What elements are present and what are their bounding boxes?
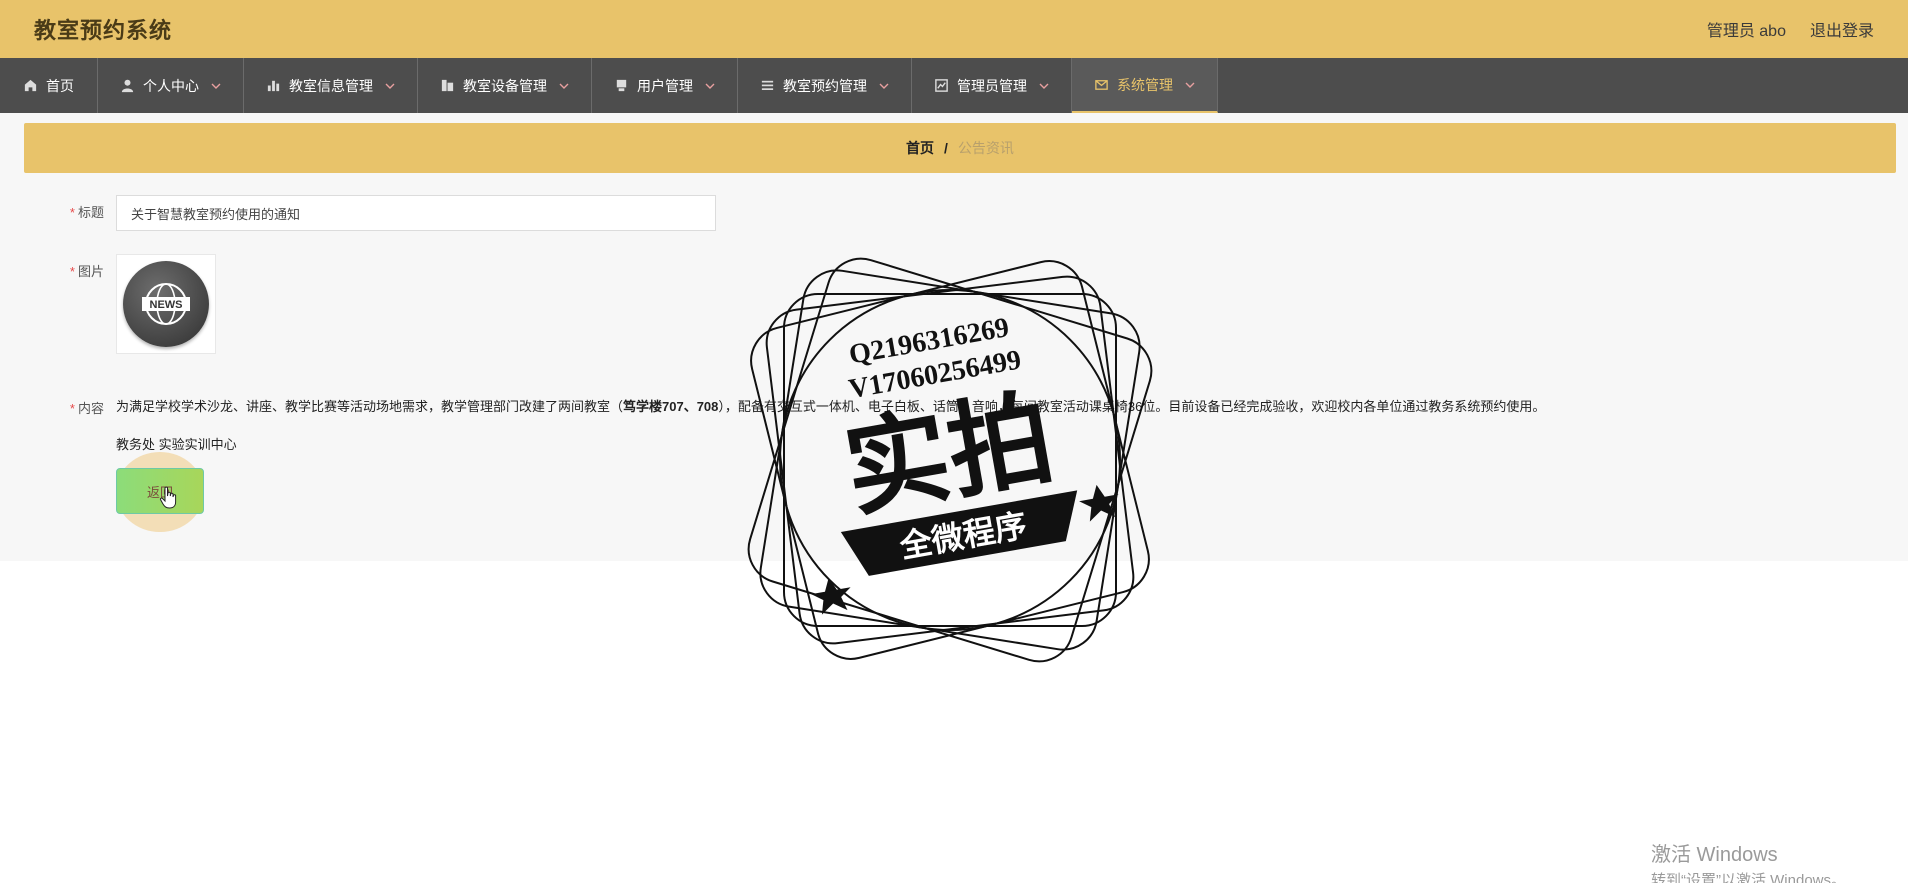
breadcrumb-separator: / — [944, 140, 948, 156]
windows-watermark-title: 激活 Windows — [1650, 844, 1778, 866]
nav-item-label: 管理员管理 — [957, 77, 1027, 94]
mail-icon — [1094, 77, 1109, 93]
breadcrumb-current: 公告资讯 — [957, 140, 1014, 156]
title-row: * 标题 — [0, 195, 716, 231]
user-icon — [120, 78, 135, 94]
top-header: 教室预约系统 管理员 abo 退出登录 — [0, 0, 1908, 58]
app-title: 教室预约系统 — [34, 18, 173, 43]
line-chart-icon — [934, 78, 949, 94]
user-label[interactable]: 管理员 abo — [1707, 17, 1786, 41]
nav-item-label: 教室信息管理 — [289, 77, 373, 94]
main-nav: 首页 个人中心 教室信息管理 教室设备管理 用户管理 教室预约管理 管理员管理 … — [0, 58, 1908, 113]
bar-chart-icon — [266, 78, 281, 94]
nav-item-label: 教室设备管理 — [463, 77, 547, 94]
chevron-down-icon — [1185, 80, 1195, 90]
breadcrumb: 首页 / 公告资讯 — [24, 123, 1896, 173]
back-button-wrap: 返回 — [116, 452, 204, 532]
nav-item-admin-management[interactable]: 管理员管理 — [912, 58, 1072, 113]
monitor-icon — [614, 78, 629, 94]
star-icon — [811, 577, 851, 615]
content-area: 首页 / 公告资讯 — [0, 113, 1908, 561]
chevron-down-icon — [385, 81, 395, 91]
chevron-down-icon — [559, 81, 569, 91]
content-paragraph: 为满足学校学术沙龙、讲座、教学比赛等活动场地需求，教学管理部门改建了两间教室（笃… — [116, 399, 1546, 414]
nav-item-personal-center[interactable]: 个人中心 — [98, 58, 244, 113]
content-bold: 笃学楼707、708 — [623, 399, 719, 414]
nav-item-system-management[interactable]: 系统管理 — [1072, 58, 1218, 113]
logout-link[interactable]: 退出登录 — [1810, 17, 1874, 41]
nav-item-label: 首页 — [46, 77, 74, 94]
windows-watermark-subtitle: 转到“设置”以激活 Windows。 — [1650, 872, 1846, 883]
news-text: NEWS — [150, 299, 183, 311]
breadcrumb-home[interactable]: 首页 — [906, 138, 934, 158]
content-body: 为满足学校学术沙龙、讲座、教学比赛等活动场地需求，教学管理部门改建了两间教室（笃… — [116, 398, 1545, 453]
chevron-down-icon — [705, 81, 715, 91]
list-icon — [760, 78, 775, 94]
content-signature: 教务处 实验实训中心 — [116, 437, 237, 452]
news-globe-icon: NEWS — [123, 261, 209, 347]
nav-item-label: 个人中心 — [143, 77, 199, 94]
nav-item-user-management[interactable]: 用户管理 — [592, 58, 738, 113]
nav-item-reservation[interactable]: 教室预约管理 — [738, 58, 912, 113]
chevron-down-icon — [1039, 81, 1049, 91]
hand-cursor-icon — [159, 486, 177, 509]
windows-activation-watermark: 激活 Windows 转到“设置”以激活 Windows。 — [1651, 838, 1846, 883]
nav-item-classroom-equipment[interactable]: 教室设备管理 — [418, 58, 592, 113]
home-icon — [22, 78, 38, 94]
nav-item-label: 系统管理 — [1117, 76, 1173, 93]
picture-label: * 图片 — [69, 264, 104, 279]
content-row: * 内容 为满足学校学术沙龙、讲座、教学比赛等活动场地需求，教学管理部门改建了两间… — [0, 398, 1545, 453]
nav-item-label: 教室预约管理 — [783, 77, 867, 94]
header-user-area: 管理员 abo 退出登录 — [1707, 17, 1874, 41]
chevron-down-icon — [211, 81, 221, 91]
title-label: * 标题 — [69, 205, 104, 220]
building-icon — [440, 78, 455, 94]
title-input[interactable] — [116, 195, 716, 231]
news-picture[interactable]: NEWS — [116, 254, 216, 354]
chevron-down-icon — [879, 81, 889, 91]
nav-item-label: 用户管理 — [637, 77, 693, 94]
nav-item-classroom-info[interactable]: 教室信息管理 — [244, 58, 418, 113]
nav-item-home[interactable]: 首页 — [0, 58, 98, 113]
picture-row: * 图片 NEWS — [0, 254, 216, 354]
content-label: * 内容 — [69, 401, 104, 416]
